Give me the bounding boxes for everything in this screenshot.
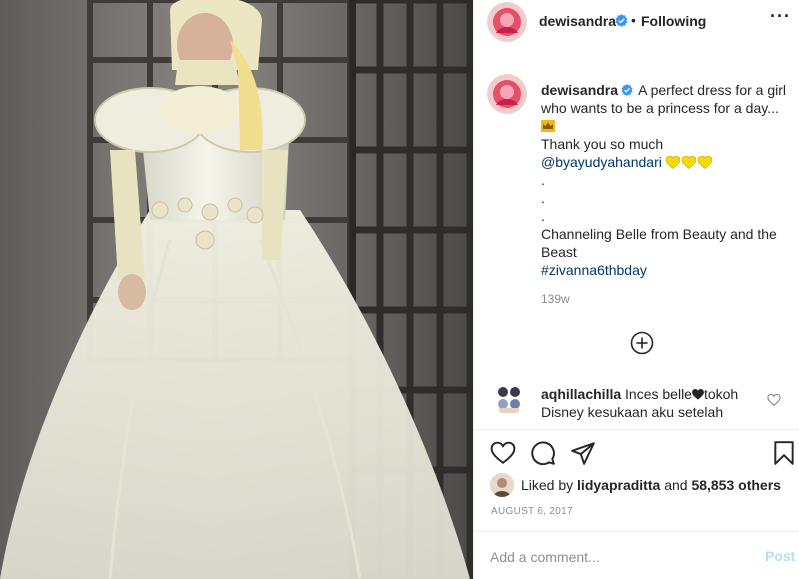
post-sidebar: dewisandra • Following ··· dewisandra A … xyxy=(473,0,799,579)
plus-circle-icon[interactable] xyxy=(630,331,654,355)
crown-icon xyxy=(541,120,555,132)
caption-dot-2: . xyxy=(541,190,545,206)
comment-icon[interactable] xyxy=(530,440,556,466)
author-avatar[interactable] xyxy=(487,2,527,42)
mention-link[interactable]: @byayudyahandari xyxy=(541,154,662,170)
yellow-heart-icon xyxy=(665,156,680,169)
hashtag-link[interactable]: #zivanna6thbday xyxy=(541,261,785,279)
heart-icon[interactable] xyxy=(490,440,516,466)
verified-badge-icon xyxy=(621,84,633,96)
caption-dot-3: . xyxy=(541,208,545,224)
add-comment-bar: Post xyxy=(474,531,799,579)
post-date[interactable]: AUGUST 6, 2017 xyxy=(491,506,573,517)
caption-text-5: Beast xyxy=(541,244,577,260)
caption-text-1: A perfect dress for a girl xyxy=(638,82,786,98)
comment-text-2: Disney kesukaan aku setelah xyxy=(541,404,724,420)
yellow-heart-icon xyxy=(681,156,696,169)
caption-mention-line: @byayudyahandari xyxy=(541,153,785,171)
avatar-image xyxy=(488,3,526,41)
verified-badge-icon xyxy=(615,14,628,27)
liker-username[interactable]: lidyapraditta xyxy=(577,477,660,493)
likes-text: Liked by lidyapraditta and 58,853 others xyxy=(521,477,781,493)
post-caption: dewisandra A perfect dress for a girl wh… xyxy=(541,81,786,279)
comment-text-1b: tokoh xyxy=(703,386,739,402)
comment-text-1: Inces belle xyxy=(625,386,692,402)
header-separator: • xyxy=(631,12,636,28)
caption-line-1: dewisandra A perfect dress for a girl xyxy=(541,81,786,99)
caption-time-ago[interactable]: 139w xyxy=(541,292,570,306)
comment-input[interactable] xyxy=(490,547,740,567)
black-heart-icon xyxy=(692,389,704,400)
avatar-image xyxy=(488,75,526,113)
author-username[interactable]: dewisandra xyxy=(539,13,616,29)
avatar-image xyxy=(493,383,525,415)
comment-body: aqhillachilla Inces belle tokoh Disney ke… xyxy=(541,385,761,421)
comment-like-heart-icon[interactable] xyxy=(767,393,781,407)
comment-item: aqhillachilla Inces belle tokoh Disney ke… xyxy=(474,381,799,429)
yellow-heart-icon xyxy=(697,156,712,169)
caption-text-2: who wants to be a princess for a day... xyxy=(541,100,779,116)
caption-username[interactable]: dewisandra xyxy=(541,82,618,98)
liker-avatar[interactable] xyxy=(490,473,514,497)
likes-summary: Liked by lidyapraditta and 58,853 others xyxy=(490,472,790,498)
caption-dot-1: . xyxy=(541,172,545,188)
post-photo[interactable] xyxy=(0,0,473,579)
caption-text-3: Thank you so much xyxy=(541,136,664,152)
action-bar xyxy=(474,429,799,475)
caption-author-avatar[interactable] xyxy=(487,74,527,114)
post-image xyxy=(0,0,473,579)
caption-text-4: Channeling Belle from Beauty and the xyxy=(541,226,777,242)
avatar-image xyxy=(490,473,514,497)
likes-others-link[interactable]: 58,853 others xyxy=(691,477,781,493)
likes-conjunction: and xyxy=(664,477,688,493)
post-header: dewisandra • Following ··· xyxy=(474,0,799,44)
post-comment-button[interactable]: Post xyxy=(765,548,795,564)
likes-prefix: Liked by xyxy=(521,477,574,493)
bookmark-icon[interactable] xyxy=(771,440,797,466)
more-options-icon[interactable]: ··· xyxy=(770,6,791,27)
commenter-username[interactable]: aqhillachilla xyxy=(541,386,621,402)
commenter-avatar[interactable] xyxy=(493,383,525,415)
caption-emoji-line xyxy=(541,117,785,135)
following-button[interactable]: Following xyxy=(641,13,706,29)
comment-line-1: aqhillachilla Inces belle tokoh xyxy=(541,385,761,403)
share-icon[interactable] xyxy=(570,440,596,466)
